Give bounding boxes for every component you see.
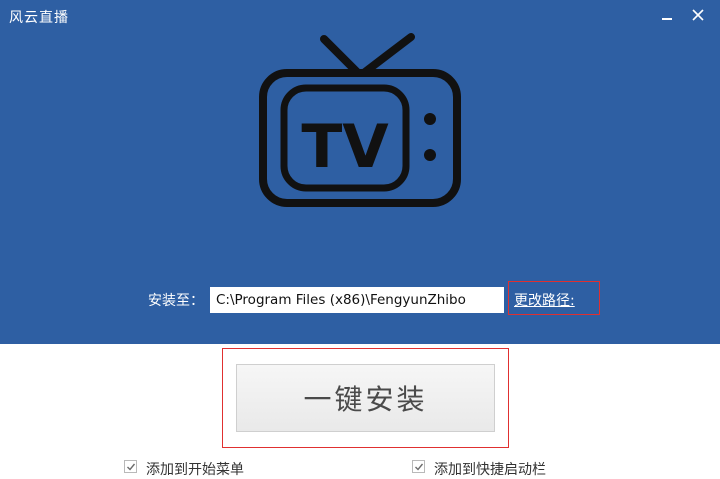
- one-click-install-button[interactable]: 一键安装: [236, 364, 495, 432]
- minimize-button[interactable]: [656, 4, 678, 26]
- quick-launch-label: 添加到快捷启动栏: [434, 462, 546, 478]
- quick-launch-checkbox[interactable]: [412, 460, 425, 473]
- header-panel: 风云直播 TV 安装至： 更改路径:: [0, 0, 720, 344]
- close-button[interactable]: [687, 4, 709, 26]
- check-icon: [415, 463, 424, 471]
- check-icon: [127, 463, 136, 471]
- change-path-link[interactable]: 更改路径:: [514, 290, 575, 310]
- minimize-icon: [662, 18, 672, 20]
- installer-window: 风云直播 TV 安装至： 更改路径:: [0, 0, 720, 479]
- start-menu-checkbox[interactable]: [124, 460, 137, 473]
- install-path-label: 安装至：: [148, 293, 204, 309]
- start-menu-label: 添加到开始菜单: [146, 462, 244, 478]
- install-path-row: 安装至： 更改路径:: [0, 281, 720, 316]
- tv-icon: TV: [259, 33, 461, 207]
- close-icon: [692, 9, 704, 21]
- install-path-input[interactable]: [210, 287, 504, 313]
- window-title: 风云直播: [9, 10, 69, 26]
- tv-logo-text: TV: [301, 112, 389, 182]
